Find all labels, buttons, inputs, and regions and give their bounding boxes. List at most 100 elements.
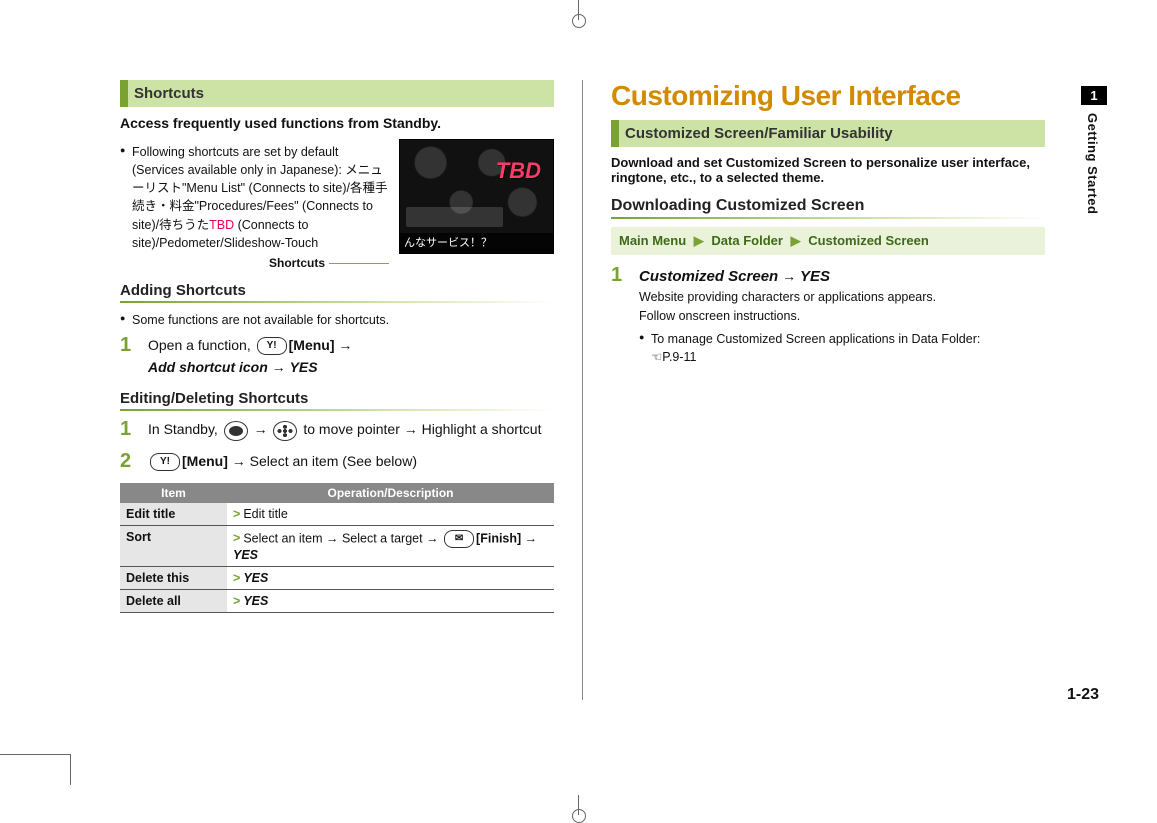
- step-body: In Standby, → to move pointer → Highligh…: [148, 419, 554, 441]
- cell-desc: >Select an item → Select a target → ✉[Fi…: [227, 525, 554, 566]
- page-content: Shortcuts Access frequently used functio…: [120, 80, 1045, 700]
- right-column: Customizing User Interface Customized Sc…: [583, 80, 1045, 700]
- tbd-overlay: TBD: [496, 158, 541, 184]
- arrow-icon: →: [272, 359, 290, 375]
- main-title: Customizing User Interface: [611, 80, 1045, 112]
- table-row: Delete all >YES: [120, 589, 554, 612]
- customized-screen-label: Customized Screen: [639, 268, 778, 285]
- cell-item: Sort: [120, 525, 227, 566]
- chapter-side-tab: 1 Getting Started: [1081, 86, 1107, 222]
- menu-path-item: Customized Screen: [808, 233, 929, 248]
- arrow-icon: →: [338, 337, 352, 353]
- table-row: Edit title >Edit title: [120, 503, 554, 526]
- phone-screenshot-wrap: TBD んなサービス！？: [399, 139, 554, 270]
- yes-label: YES: [800, 268, 830, 285]
- step-note-1: Website providing characters or applicat…: [639, 288, 1045, 307]
- arrow-icon: →: [254, 421, 272, 437]
- chapter-number: 1: [1081, 86, 1107, 105]
- subheading-editing: Editing/Deleting Shortcuts: [120, 390, 554, 407]
- adding-step-1: 1 Open a function, Y![Menu] → Add shortc…: [120, 335, 554, 378]
- col-desc: Operation/Description: [227, 483, 554, 503]
- crop-mark-left: [0, 754, 71, 785]
- left-column: Shortcuts Access frequently used functio…: [120, 80, 583, 700]
- page-number: 1-23: [1067, 686, 1099, 704]
- editing-step-1: 1 In Standby, → to move pointer → Highli…: [120, 419, 554, 441]
- menu-label: [Menu]: [289, 337, 335, 353]
- menu-label: [Menu]: [182, 453, 228, 469]
- arrow-icon: →: [232, 453, 246, 469]
- triangle-icon: ▶: [694, 233, 704, 248]
- section-heading-shortcuts: Shortcuts: [120, 80, 554, 107]
- step-body: Customized Screen → YES Website providin…: [639, 265, 1045, 370]
- shortcut-defaults-block: Following shortcuts are set by default (…: [120, 139, 554, 270]
- chevron-icon: >: [233, 507, 240, 521]
- step-text: to move pointer: [303, 421, 403, 437]
- crop-mark-bottom: [572, 785, 586, 815]
- cell-item: Delete all: [120, 589, 227, 612]
- gradient-rule: [120, 301, 554, 303]
- arrow-icon: →: [326, 531, 339, 545]
- y-key-icon: Y!: [257, 337, 287, 355]
- arrow-icon: →: [426, 531, 442, 545]
- screenshot-caption: Shortcuts: [120, 256, 389, 270]
- shortcut-icon-row: [406, 207, 503, 227]
- default-shortcuts-text: Following shortcuts are set by default (…: [132, 145, 387, 250]
- cell-text: Select an item: [243, 531, 326, 545]
- col-item: Item: [120, 483, 227, 503]
- subheading-downloading: Downloading Customized Screen: [611, 197, 1045, 215]
- menu-path-item: Data Folder: [711, 233, 783, 248]
- chevron-icon: >: [233, 571, 240, 585]
- step-number: 1: [120, 335, 138, 378]
- cell-item: Edit title: [120, 503, 227, 526]
- tbd-inline: TBD: [209, 218, 234, 232]
- page-ref: P.9-11: [662, 350, 696, 364]
- yes-label: YES: [243, 571, 268, 585]
- step-text: Open a function,: [148, 337, 255, 353]
- intro-text: Download and set Customized Screen to pe…: [611, 155, 1045, 185]
- operations-table: Item Operation/Description Edit title >E…: [120, 483, 554, 613]
- add-shortcut-label: Add shortcut icon: [148, 359, 268, 375]
- cell-text: Select a target: [339, 531, 427, 545]
- table-header-row: Item Operation/Description: [120, 483, 554, 503]
- table-row: Sort >Select an item → Select a target →…: [120, 525, 554, 566]
- mail-key-icon: ✉: [444, 530, 474, 548]
- manage-bullet: To manage Customized Screen applications…: [639, 330, 1045, 366]
- screenshot-caption-text: Shortcuts: [269, 256, 325, 270]
- step-body: Open a function, Y![Menu] → Add shortcut…: [148, 335, 554, 378]
- editing-step-2: 2 Y![Menu] → Select an item (See below): [120, 451, 554, 473]
- crop-mark-top: [572, 0, 586, 30]
- table-row: Delete this >YES: [120, 566, 554, 589]
- step-number: 2: [120, 451, 138, 473]
- cell-item: Delete this: [120, 566, 227, 589]
- subheading-adding: Adding Shortcuts: [120, 282, 554, 299]
- center-key-icon: [224, 421, 248, 441]
- cell-desc: >YES: [227, 589, 554, 612]
- step-text: Select an item (See below): [250, 453, 417, 469]
- gradient-rule: [120, 409, 554, 411]
- cell-desc: >YES: [227, 566, 554, 589]
- yes-label: YES: [243, 594, 268, 608]
- intro-text: Access frequently used functions from St…: [120, 115, 554, 131]
- section-heading-customized: Customized Screen/Familiar Usability: [611, 120, 1045, 147]
- page-ref-icon: ☞: [651, 348, 662, 366]
- default-shortcuts-bullet: Following shortcuts are set by default (…: [120, 143, 389, 252]
- yes-label: YES: [290, 359, 318, 375]
- step-number: 1: [120, 419, 138, 441]
- menu-path: Main Menu ▶ Data Folder ▶ Customized Scr…: [611, 227, 1045, 255]
- chapter-title: Getting Started: [1081, 105, 1104, 222]
- step-number: 1: [611, 265, 629, 370]
- phone-bottom-strip: んなサービス！？: [400, 233, 553, 253]
- yes-label: YES: [233, 548, 258, 562]
- step-text: In Standby,: [148, 421, 222, 437]
- multi-key-icon: [273, 421, 297, 441]
- menu-path-item: Main Menu: [619, 233, 686, 248]
- cell-desc: >Edit title: [227, 503, 554, 526]
- arrow-icon: →: [404, 421, 418, 437]
- download-step-1: 1 Customized Screen → YES Website provid…: [611, 265, 1045, 370]
- step-text: Highlight a shortcut: [422, 421, 542, 437]
- adding-note: Some functions are not available for sho…: [120, 311, 554, 329]
- cell-text: Edit title: [243, 507, 287, 521]
- y-key-icon: Y!: [150, 453, 180, 471]
- chevron-icon: >: [233, 594, 240, 608]
- arrow-icon: →: [782, 268, 800, 284]
